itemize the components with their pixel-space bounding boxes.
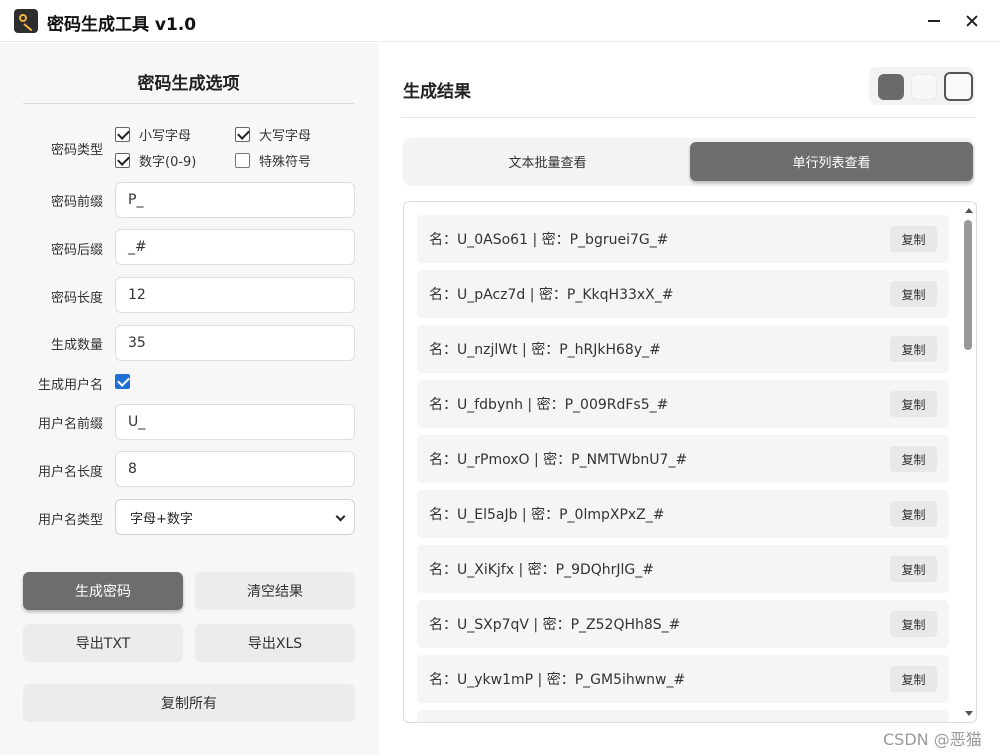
checkbox-box[interactable] — [115, 127, 130, 142]
checkbox-gen-username[interactable] — [115, 374, 139, 389]
copy-button[interactable]: 复制 — [890, 391, 937, 417]
list-item — [417, 710, 949, 722]
list-item: 名：U_nzjlWt | 密：P_hRJkH68y_# 复制 — [417, 325, 949, 373]
prefix-label: 密码前缀 — [50, 195, 103, 210]
copy-button[interactable]: 复制 — [890, 446, 937, 472]
close-button[interactable] — [959, 8, 985, 34]
scrollbar[interactable] — [962, 206, 974, 720]
username-length-label: 用户名长度 — [37, 465, 103, 480]
list-item: 名：U_pAcz7d | 密：P_KkqH33xX_# 复制 — [417, 270, 949, 318]
theme-light-swatch[interactable] — [911, 74, 937, 100]
length-input[interactable]: 12 — [115, 277, 355, 313]
watermark: CSDN @恶猫 — [883, 730, 982, 749]
checkbox-lowercase[interactable]: 小写字母 — [115, 125, 191, 144]
list-item-text: 名：U_0ASo61 | 密：P_bgruei7G_# — [429, 232, 669, 248]
count-input[interactable]: 35 — [115, 325, 355, 361]
copy-button[interactable]: 复制 — [890, 501, 937, 527]
theme-white-swatch[interactable] — [944, 72, 973, 101]
list-item-text: 名：U_XiKjfx | 密：P_9DQhrJlG_# — [429, 562, 655, 578]
theme-dark-swatch[interactable] — [878, 74, 904, 100]
username-type-select[interactable]: 字母+数字 — [115, 499, 355, 535]
clear-button[interactable]: 清空结果 — [195, 572, 355, 610]
key-icon — [14, 9, 38, 33]
checkbox-box[interactable] — [235, 127, 250, 142]
copy-all-button[interactable]: 复制所有 — [23, 684, 355, 722]
list-item: 名：U_fdbynh | 密：P_009RdFs5_# 复制 — [417, 380, 949, 428]
scroll-down-icon[interactable] — [965, 711, 973, 716]
copy-button[interactable]: 复制 — [890, 226, 937, 252]
divider — [401, 117, 976, 118]
username-prefix-label: 用户名前缀 — [37, 417, 103, 432]
export-txt-button[interactable]: 导出TXT — [23, 624, 183, 662]
window-title: 密码生成工具 v1.0 — [47, 15, 197, 35]
title-bar: 密码生成工具 v1.0 — [0, 0, 1000, 42]
username-type-label: 用户名类型 — [37, 513, 103, 528]
checkbox-digits[interactable]: 数字(0-9) — [115, 151, 196, 170]
username-prefix-input[interactable]: U_ — [115, 404, 355, 440]
checkbox-label: 小写字母 — [139, 129, 192, 144]
checkbox-uppercase[interactable]: 大写字母 — [235, 125, 311, 144]
gen-username-label: 生成用户名 — [37, 378, 103, 393]
copy-button[interactable]: 复制 — [890, 556, 937, 582]
checkbox-box[interactable] — [115, 374, 130, 389]
list-item-text: 名：U_pAcz7d | 密：P_KkqH33xX_# — [429, 287, 674, 303]
chevron-down-icon — [335, 511, 346, 522]
list-item-text: 名：U_SXp7qV | 密：P_Z52QHh8S_# — [429, 617, 681, 633]
options-heading: 密码生成选项 — [137, 74, 240, 94]
scroll-up-icon[interactable] — [965, 208, 973, 213]
checkbox-box[interactable] — [235, 153, 250, 168]
select-value: 字母+数字 — [130, 511, 193, 527]
list-item: 名：U_ykw1mP | 密：P_GM5ihwnw_# 复制 — [417, 655, 949, 703]
prefix-input[interactable]: P_ — [115, 182, 355, 218]
export-xls-button[interactable]: 导出XLS — [195, 624, 355, 662]
username-length-input[interactable]: 8 — [115, 451, 355, 487]
results-list: 名：U_0ASo61 | 密：P_bgruei7G_# 复制 名：U_pAcz7… — [403, 201, 977, 723]
tab-single-list[interactable]: 单行列表查看 — [690, 142, 973, 181]
suffix-label: 密码后缀 — [50, 243, 103, 258]
checkbox-special[interactable]: 特殊符号 — [235, 151, 311, 170]
checkbox-box[interactable] — [115, 153, 130, 168]
list-item: 名：U_SXp7qV | 密：P_Z52QHh8S_# 复制 — [417, 600, 949, 648]
options-panel: 密码生成选项 密码类型 小写字母 大写字母 数字(0-9) 特殊符号 密码前缀 … — [0, 43, 379, 755]
checkbox-label: 数字(0-9) — [139, 155, 197, 170]
list-item: 名：U_rPmoxO | 密：P_NMTWbnU7_# 复制 — [417, 435, 949, 483]
list-item: 名：U_0ASo61 | 密：P_bgruei7G_# 复制 — [417, 215, 949, 263]
list-item-text: 名：U_fdbynh | 密：P_009RdFs5_# — [429, 397, 669, 413]
list-item: 名：U_XiKjfx | 密：P_9DQhrJlG_# 复制 — [417, 545, 949, 593]
close-icon — [966, 15, 978, 27]
suffix-input[interactable]: _# — [115, 229, 355, 265]
view-tabs: 文本批量查看 单行列表查看 — [403, 138, 975, 186]
list-item: 名：U_El5aJb | 密：P_0lmpXPxZ_# 复制 — [417, 490, 949, 538]
list-item-text: 名：U_El5aJb | 密：P_0lmpXPxZ_# — [429, 507, 665, 523]
theme-switcher — [869, 67, 975, 105]
count-label: 生成数量 — [50, 338, 103, 353]
minimize-icon — [928, 20, 940, 22]
checkbox-label: 大写字母 — [259, 129, 312, 144]
copy-button[interactable]: 复制 — [890, 281, 937, 307]
tab-text-batch[interactable]: 文本批量查看 — [406, 142, 689, 181]
list-item-text: 名：U_ykw1mP | 密：P_GM5ihwnw_# — [429, 672, 686, 688]
divider — [23, 103, 354, 104]
scrollbar-thumb[interactable] — [964, 220, 972, 350]
results-heading: 生成结果 — [403, 82, 471, 102]
length-label: 密码长度 — [50, 291, 103, 306]
copy-button[interactable]: 复制 — [890, 611, 937, 637]
copy-button[interactable]: 复制 — [890, 666, 937, 692]
checkbox-label: 特殊符号 — [259, 155, 312, 170]
generate-button[interactable]: 生成密码 — [23, 572, 183, 610]
copy-button[interactable]: 复制 — [890, 336, 937, 362]
password-type-label: 密码类型 — [50, 143, 103, 158]
minimize-button[interactable] — [921, 8, 947, 34]
list-item-text: 名：U_rPmoxO | 密：P_NMTWbnU7_# — [429, 452, 688, 468]
list-item-text: 名：U_nzjlWt | 密：P_hRJkH68y_# — [429, 342, 661, 358]
